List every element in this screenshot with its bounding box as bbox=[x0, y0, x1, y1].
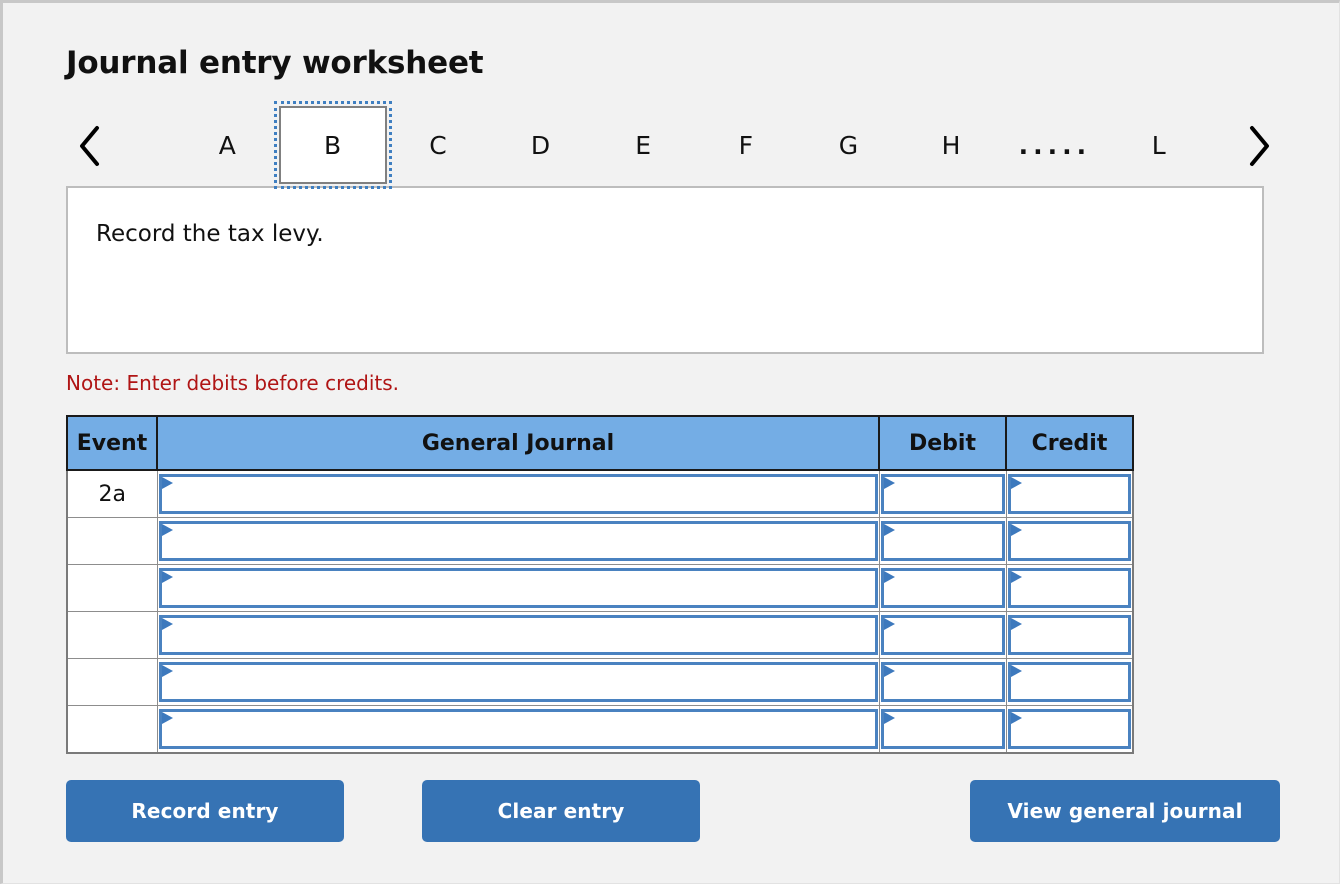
tab-d[interactable]: D bbox=[489, 127, 592, 164]
dropdown-triangle-icon bbox=[161, 524, 173, 537]
column-header-credit: Credit bbox=[1005, 415, 1134, 472]
table-row: 2a bbox=[66, 469, 1134, 519]
prompt-text: Record the tax levy. bbox=[96, 221, 324, 248]
debit-input-field[interactable] bbox=[880, 662, 1005, 703]
dropdown-triangle-icon bbox=[1010, 477, 1022, 490]
prompt-panel: Record the tax levy. bbox=[66, 186, 1264, 355]
column-header-debit: Debit bbox=[878, 415, 1007, 472]
account-select-field[interactable] bbox=[158, 615, 878, 656]
debit-cell[interactable] bbox=[878, 705, 1007, 754]
event-cell bbox=[66, 517, 158, 566]
debit-cell[interactable] bbox=[878, 517, 1007, 566]
dropdown-triangle-icon bbox=[883, 571, 895, 584]
debit-cell[interactable] bbox=[878, 469, 1007, 519]
table-header-row: Event General Journal Debit Credit bbox=[66, 415, 1134, 472]
tab-g[interactable]: G bbox=[797, 127, 900, 164]
table-row bbox=[66, 611, 1134, 660]
general-journal-cell[interactable] bbox=[156, 564, 880, 613]
credit-input-field[interactable] bbox=[1007, 709, 1131, 750]
general-journal-cell[interactable] bbox=[156, 658, 880, 707]
debit-cell[interactable] bbox=[878, 564, 1007, 613]
debits-before-credits-note: Note: Enter debits before credits. bbox=[66, 371, 400, 396]
credit-cell[interactable] bbox=[1005, 469, 1134, 519]
general-journal-cell[interactable] bbox=[156, 517, 880, 566]
event-cell bbox=[66, 564, 158, 613]
debit-input-field[interactable] bbox=[880, 615, 1005, 656]
tab-list: A B C D E F G H ..... L bbox=[176, 101, 1210, 190]
credit-cell[interactable] bbox=[1005, 564, 1134, 613]
account-select-field[interactable] bbox=[158, 662, 878, 703]
dropdown-triangle-icon bbox=[1010, 665, 1022, 678]
credit-input-field[interactable] bbox=[1007, 615, 1131, 656]
chevron-left-icon[interactable] bbox=[71, 122, 109, 170]
debit-cell[interactable] bbox=[878, 658, 1007, 707]
account-select-field[interactable] bbox=[158, 568, 878, 609]
credit-cell[interactable] bbox=[1005, 658, 1134, 707]
tab-h[interactable]: H bbox=[900, 127, 1003, 164]
credit-input-field[interactable] bbox=[1007, 662, 1131, 703]
column-header-event: Event bbox=[66, 415, 158, 472]
event-cell: 2a bbox=[66, 469, 158, 519]
tab-b[interactable]: B bbox=[273, 101, 392, 190]
account-select-field[interactable] bbox=[158, 709, 878, 750]
general-journal-cell[interactable] bbox=[156, 469, 880, 519]
dropdown-triangle-icon bbox=[883, 524, 895, 537]
event-cell bbox=[66, 658, 158, 707]
tab-l[interactable]: L bbox=[1107, 127, 1210, 164]
credit-cell[interactable] bbox=[1005, 705, 1134, 754]
page-title: Journal entry worksheet bbox=[66, 45, 484, 81]
dropdown-triangle-icon bbox=[1010, 618, 1022, 631]
dropdown-triangle-icon bbox=[161, 477, 173, 490]
account-select-field[interactable] bbox=[158, 474, 878, 515]
dropdown-triangle-icon bbox=[883, 665, 895, 678]
dropdown-triangle-icon bbox=[1010, 524, 1022, 537]
credit-input-field[interactable] bbox=[1007, 474, 1131, 515]
journal-entry-table: Event General Journal Debit Credit 2a bbox=[66, 415, 1134, 755]
tab-a[interactable]: A bbox=[176, 127, 279, 164]
debit-cell[interactable] bbox=[878, 611, 1007, 660]
debit-input-field[interactable] bbox=[880, 521, 1005, 562]
credit-cell[interactable] bbox=[1005, 517, 1134, 566]
view-general-journal-button[interactable]: View general journal bbox=[970, 780, 1280, 843]
credit-input-field[interactable] bbox=[1007, 521, 1131, 562]
dropdown-triangle-icon bbox=[883, 712, 895, 725]
table-row bbox=[66, 517, 1134, 566]
column-header-general-journal: General Journal bbox=[156, 415, 880, 472]
tab-e[interactable]: E bbox=[592, 127, 695, 164]
debit-input-field[interactable] bbox=[880, 568, 1005, 609]
worksheet-tab-strip: A B C D E F G H ..... L bbox=[66, 101, 1280, 190]
dropdown-triangle-icon bbox=[883, 618, 895, 631]
tab-ellipsis: ..... bbox=[1018, 130, 1092, 160]
dropdown-triangle-icon bbox=[161, 712, 173, 725]
account-select-field[interactable] bbox=[158, 521, 878, 562]
debit-input-field[interactable] bbox=[880, 474, 1005, 515]
dropdown-triangle-icon bbox=[1010, 571, 1022, 584]
tab-f[interactable]: F bbox=[695, 127, 798, 164]
credit-input-field[interactable] bbox=[1007, 568, 1131, 609]
dropdown-triangle-icon bbox=[161, 665, 173, 678]
worksheet-page: Journal entry worksheet A B C D E F G H … bbox=[0, 0, 1340, 884]
credit-cell[interactable] bbox=[1005, 611, 1134, 660]
table-row bbox=[66, 705, 1134, 754]
action-button-row: Record entry Clear entry View general jo… bbox=[66, 780, 1280, 846]
general-journal-cell[interactable] bbox=[156, 705, 880, 754]
debit-input-field[interactable] bbox=[880, 709, 1005, 750]
clear-entry-button[interactable]: Clear entry bbox=[422, 780, 700, 843]
general-journal-cell[interactable] bbox=[156, 611, 880, 660]
table-row bbox=[66, 564, 1134, 613]
record-entry-button[interactable]: Record entry bbox=[66, 780, 344, 843]
chevron-right-icon[interactable] bbox=[1240, 122, 1278, 170]
event-cell bbox=[66, 611, 158, 660]
dropdown-triangle-icon bbox=[161, 618, 173, 631]
dropdown-triangle-icon bbox=[161, 571, 173, 584]
event-cell bbox=[66, 705, 158, 754]
table-row bbox=[66, 658, 1134, 707]
dropdown-triangle-icon bbox=[1010, 712, 1022, 725]
dropdown-triangle-icon bbox=[883, 477, 895, 490]
tab-c[interactable]: C bbox=[387, 127, 490, 164]
